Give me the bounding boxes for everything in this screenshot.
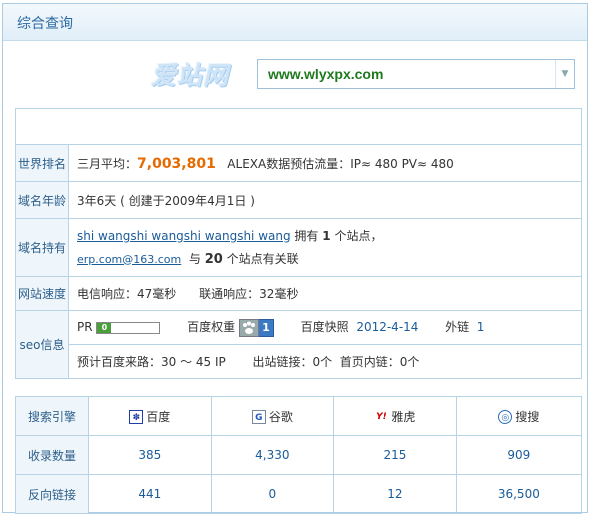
indexed-baidu[interactable]: 385 xyxy=(88,435,212,475)
domain-info-table: 世界排名 三月平均：7,003,801 ALEXA数据预估流量：IP≈ 480 … xyxy=(15,108,582,379)
related-suffix: 个站点有关联 xyxy=(226,251,299,266)
owns-count: 1 xyxy=(322,228,331,243)
row-seo-1: seo信息 PR 0 百度权重 1 百度快照 2012-4-14 外链 1 xyxy=(15,310,582,379)
backlinks-baidu[interactable]: 441 xyxy=(88,474,212,514)
backlinks-soso[interactable]: 36,500 xyxy=(455,474,583,514)
engine-name: 搜搜 xyxy=(515,409,540,424)
pr-value: 0 xyxy=(97,322,112,333)
domain-value: www.wlyxpx.com xyxy=(268,66,384,82)
info-header-empty xyxy=(15,108,582,145)
baidu-icon: ✽ xyxy=(129,410,144,424)
row-domain-owner: 域名持有 shi wangshi wangshi wangshi wang 拥有… xyxy=(15,218,582,277)
label-domain-age: 域名年龄 xyxy=(15,181,69,219)
unicom-speed: 联通响应：32毫秒 xyxy=(199,287,299,301)
snapshot-label: 百度快照 xyxy=(300,320,349,335)
row-speed: 网站速度 电信响应：47毫秒 联通响应：32毫秒 xyxy=(15,276,582,311)
backlinks-yahoo[interactable]: 12 xyxy=(333,474,457,514)
engine-yahoo: Y! 雅虎 xyxy=(333,396,457,436)
label-indexed: 收录数量 xyxy=(15,435,89,475)
engine-name: 百度 xyxy=(146,409,171,424)
row-seo-2: 预计百度来路：30 ～ 45 IP 出站链接：0个 首页内链：0个 xyxy=(16,344,582,379)
rank-value: 7,003,801 xyxy=(137,155,216,172)
row-domain-age: 域名年龄 3年6天 ( 创建于2009年4月1日 ) xyxy=(15,181,582,219)
engine-name: 雅虎 xyxy=(391,409,416,424)
outbound-links: 出站链接：0个 xyxy=(252,355,333,369)
indexed-row: 收录数量 385 4,330 215 909 xyxy=(15,435,583,475)
panel-header: 综合查询 xyxy=(3,4,587,41)
label-seo: seo信息 xyxy=(15,310,69,379)
label-backlinks: 反向链接 xyxy=(15,474,89,514)
soso-icon: ◎ xyxy=(498,410,513,424)
homepage-internal-links: 首页内链：0个 xyxy=(339,355,420,369)
with-text: 与 xyxy=(188,251,201,266)
owns-suffix: 个站点， xyxy=(334,228,383,243)
backlinks-label: 外链 xyxy=(445,320,470,335)
label-domain-owner: 域名持有 xyxy=(15,218,69,277)
engine-name: 谷歌 xyxy=(268,409,293,424)
baidu-weight-value[interactable]: 1 xyxy=(257,318,274,337)
label-speed: 网站速度 xyxy=(15,276,69,311)
owner-email-link[interactable]: erp.com@163.com xyxy=(77,253,181,266)
google-icon: G xyxy=(251,410,266,424)
owns-text: 拥有 xyxy=(294,228,319,243)
snapshot-value[interactable]: 2012-4-14 xyxy=(356,320,418,334)
baidu-weight-label: 百度权重 xyxy=(187,320,236,335)
rank-prefix: 三月平均： xyxy=(77,156,138,171)
yahoo-icon: Y! xyxy=(376,412,387,422)
engine-soso: ◎ 搜搜 xyxy=(455,396,583,436)
pr-bar: 0 xyxy=(96,321,161,334)
pr-label: PR xyxy=(77,320,93,335)
panel-title: 综合查询 xyxy=(17,16,73,32)
domain-select[interactable]: www.wlyxpx.com ▼ xyxy=(257,59,575,89)
alexa-estimate: ALEXA数据预估流量：IP≈ 480 PV≈ 480 xyxy=(227,156,454,171)
label-world-rank: 世界排名 xyxy=(15,144,69,182)
engine-baidu: ✽ 百度 xyxy=(88,396,212,436)
site-logo: 爱站网 xyxy=(151,61,230,90)
engine-google: G 谷歌 xyxy=(210,396,335,436)
backlinks-value[interactable]: 1 xyxy=(477,320,485,334)
estimated-visits: 预计百度来路：30 ～ 45 IP xyxy=(77,355,226,369)
related-count: 20 xyxy=(204,251,223,267)
telecom-speed: 电信响应：47毫秒 xyxy=(77,287,177,301)
indexed-soso[interactable]: 909 xyxy=(455,435,583,475)
engine-header-row: 搜索引擎 ✽ 百度 G 谷歌 Y! 雅虎 ◎ 搜搜 xyxy=(15,396,583,436)
chevron-down-icon[interactable]: ▼ xyxy=(555,60,574,88)
baidu-paw-icon xyxy=(238,318,259,337)
search-engine-table: 搜索引擎 ✽ 百度 G 谷歌 Y! 雅虎 ◎ 搜搜 收录数量 385 4,330 215… xyxy=(15,396,583,514)
indexed-google[interactable]: 4,330 xyxy=(210,435,335,475)
domain-age-value: 3年6天 ( 创建于2009年4月1日 ) xyxy=(68,181,582,219)
owner-name-link[interactable]: shi wangshi wangshi wangshi wang xyxy=(77,229,291,243)
label-search-engine: 搜索引擎 xyxy=(15,396,89,436)
indexed-yahoo[interactable]: 215 xyxy=(333,435,457,475)
row-world-rank: 世界排名 三月平均：7,003,801 ALEXA数据预估流量：IP≈ 480 … xyxy=(15,144,582,182)
backlinks-google[interactable]: 0 xyxy=(210,474,335,514)
backlinks-row: 反向链接 441 0 12 36,500 xyxy=(15,474,583,514)
